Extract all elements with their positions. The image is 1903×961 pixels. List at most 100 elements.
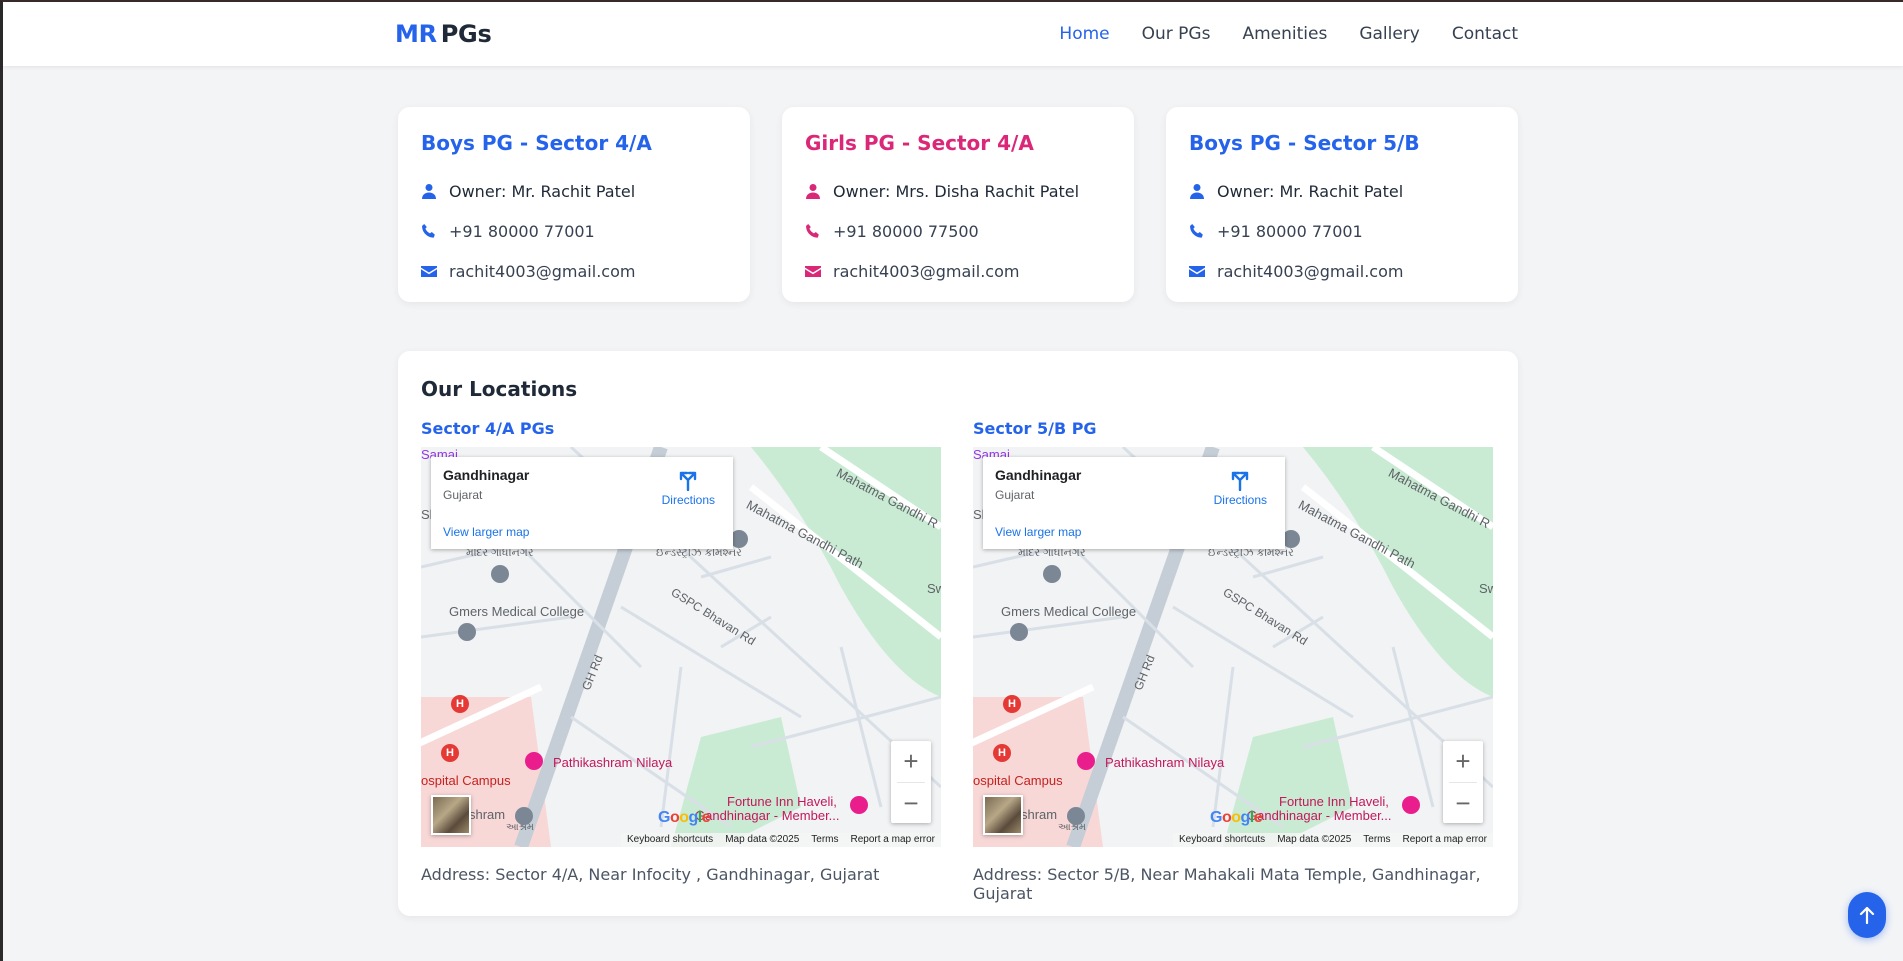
hotel-marker[interactable] — [1077, 752, 1095, 770]
owner-row: Owner: Mr. Rachit Patel — [1189, 171, 1495, 211]
map-label: Pathikashram Nilaya — [1105, 755, 1225, 770]
view-larger-map-link[interactable]: View larger map — [995, 525, 1081, 539]
contact-cards: Boys PG - Sector 4/A Owner: Mr. Rachit P… — [398, 107, 1518, 302]
map-label: Pathikashram Nilaya — [553, 755, 673, 770]
location-label: Sector 5/B PG — [973, 419, 1097, 438]
nav-our-pgs[interactable]: Our PGs — [1142, 24, 1211, 44]
owner-name: Owner: Mr. Rachit Patel — [1217, 181, 1404, 201]
terms-link[interactable]: Terms — [1363, 834, 1390, 846]
email-address[interactable]: rachit4003@gmail.com — [833, 262, 1019, 281]
user-icon — [1190, 184, 1204, 199]
poi-marker[interactable] — [491, 565, 509, 583]
satellite-toggle-thumbnail[interactable] — [431, 795, 471, 835]
map-zoom-control: + − — [891, 741, 931, 823]
hotel-marker[interactable] — [1402, 796, 1420, 814]
nav-amenities[interactable]: Amenities — [1242, 24, 1327, 44]
zoom-in-button[interactable]: + — [891, 741, 931, 782]
google-logo-letter: o — [679, 809, 689, 826]
google-logo-letter: G — [658, 809, 670, 826]
view-larger-map-link[interactable]: View larger map — [443, 525, 529, 539]
nav-gallery[interactable]: Gallery — [1359, 24, 1420, 44]
phone-number[interactable]: +91 80000 77001 — [1217, 222, 1363, 241]
google-logo: Google — [1210, 809, 1263, 827]
directions-icon — [680, 471, 697, 491]
satellite-toggle-thumbnail[interactable] — [983, 795, 1023, 835]
keyboard-shortcuts-link[interactable]: Keyboard shortcuts — [1179, 834, 1265, 846]
map-info-card: Gandhinagar Gujarat Directions View larg… — [431, 457, 733, 549]
map-label: Fortune Inn Haveli, — [727, 794, 837, 809]
poi-marker[interactable] — [515, 807, 533, 825]
directions-icon — [1232, 471, 1249, 491]
hotel-marker[interactable] — [525, 752, 543, 770]
map-label: Gandhinagar - Member... — [1247, 808, 1392, 823]
pg-card: Girls PG - Sector 4/A Owner: Mrs. Disha … — [782, 107, 1134, 302]
envelope-icon — [805, 266, 821, 277]
email-row[interactable]: rachit4003@gmail.com — [421, 251, 727, 291]
directions-label: Directions — [1213, 493, 1267, 507]
location-block: Sector 5/B PG Samaj Sh મંદિર ગાંધીનગર ઈન… — [973, 419, 1493, 903]
zoom-out-button[interactable]: − — [1443, 783, 1483, 824]
embedded-map[interactable]: Samaj Sh મંદિર ગાંધીનગર ઈન્ડસ્ટ્રીઝ કમિશ… — [973, 447, 1493, 847]
map-label: Sw — [927, 581, 941, 596]
phone-icon — [422, 224, 435, 238]
map-data-text: Map data ©2025 — [725, 834, 800, 845]
location-label: Sector 4/A PGs — [421, 419, 555, 438]
keyboard-shortcuts-link[interactable]: Keyboard shortcuts — [627, 834, 713, 846]
hospital-marker[interactable]: H — [441, 744, 459, 762]
pg-card: Boys PG - Sector 5/B Owner: Mr. Rachit P… — [1166, 107, 1518, 302]
map-label: Gandhinagar - Member... — [695, 808, 840, 823]
google-logo-letter: G — [1210, 809, 1222, 826]
brand-logo[interactable]: MR PGs — [395, 20, 492, 48]
google-logo-letter: o — [1221, 809, 1232, 826]
pg-card-title: Boys PG - Sector 4/A — [421, 131, 652, 155]
owner-name: Owner: Mr. Rachit Patel — [449, 181, 636, 201]
envelope-icon — [421, 266, 437, 277]
hospital-marker[interactable]: H — [451, 695, 469, 713]
phone-row[interactable]: +91 80000 77500 — [805, 211, 1111, 251]
hospital-marker[interactable]: H — [993, 744, 1011, 762]
poi-marker[interactable] — [458, 623, 476, 641]
user-icon — [806, 184, 820, 199]
arrow-up-icon — [1859, 906, 1875, 924]
map-zoom-control: + − — [1443, 741, 1483, 823]
zoom-out-button[interactable]: − — [891, 783, 931, 824]
email-address[interactable]: rachit4003@gmail.com — [449, 262, 635, 281]
map-attribution: Keyboard shortcuts Map data ©2025 Terms … — [1173, 833, 1493, 847]
email-address[interactable]: rachit4003@gmail.com — [1217, 262, 1403, 281]
google-logo-letter: g — [688, 809, 699, 826]
phone-row[interactable]: +91 80000 77001 — [1189, 211, 1495, 251]
brand-part-1: MR — [395, 20, 437, 48]
envelope-icon — [1189, 266, 1205, 277]
google-logo-letter: e — [1253, 809, 1263, 826]
poi-marker[interactable] — [1010, 623, 1028, 641]
locations-panel: Our Locations Sector 4/A PGs Samaj Sh મં… — [398, 351, 1518, 916]
google-logo-letter: o — [1231, 809, 1241, 826]
nav-contact[interactable]: Contact — [1452, 24, 1518, 44]
locations-heading: Our Locations — [421, 377, 578, 401]
report-map-error-link[interactable]: Report a map error — [1403, 834, 1487, 846]
email-row[interactable]: rachit4003@gmail.com — [1189, 251, 1495, 291]
google-logo: Google — [658, 809, 711, 827]
poi-marker[interactable] — [1043, 565, 1061, 583]
directions-button[interactable]: Directions — [1214, 469, 1267, 507]
zoom-in-button[interactable]: + — [1443, 741, 1483, 782]
report-map-error-link[interactable]: Report a map error — [851, 834, 935, 846]
email-row[interactable]: rachit4003@gmail.com — [805, 251, 1111, 291]
terms-link[interactable]: Terms — [811, 834, 838, 846]
pg-card-title: Boys PG - Sector 5/B — [1189, 131, 1420, 155]
poi-marker[interactable] — [1067, 807, 1085, 825]
directions-button[interactable]: Directions — [662, 469, 715, 507]
owner-row: Owner: Mrs. Disha Rachit Patel — [805, 171, 1111, 211]
phone-number[interactable]: +91 80000 77500 — [833, 222, 979, 241]
hospital-marker[interactable]: H — [1003, 695, 1021, 713]
phone-row[interactable]: +91 80000 77001 — [421, 211, 727, 251]
phone-icon — [1190, 224, 1203, 238]
brand-part-2: PGs — [440, 20, 492, 48]
back-to-top-button[interactable] — [1848, 892, 1886, 938]
embedded-map[interactable]: Samaj Sh મંદિર ગાંધીનગર ઈન્ડસ્ટ્રીઝ કમિશ… — [421, 447, 941, 847]
hotel-marker[interactable] — [850, 796, 868, 814]
location-address: Address: Sector 4/A, Near Infocity , Gan… — [421, 865, 880, 884]
nav-home[interactable]: Home — [1059, 24, 1109, 44]
google-logo-letter: g — [1240, 809, 1251, 826]
phone-number[interactable]: +91 80000 77001 — [449, 222, 595, 241]
